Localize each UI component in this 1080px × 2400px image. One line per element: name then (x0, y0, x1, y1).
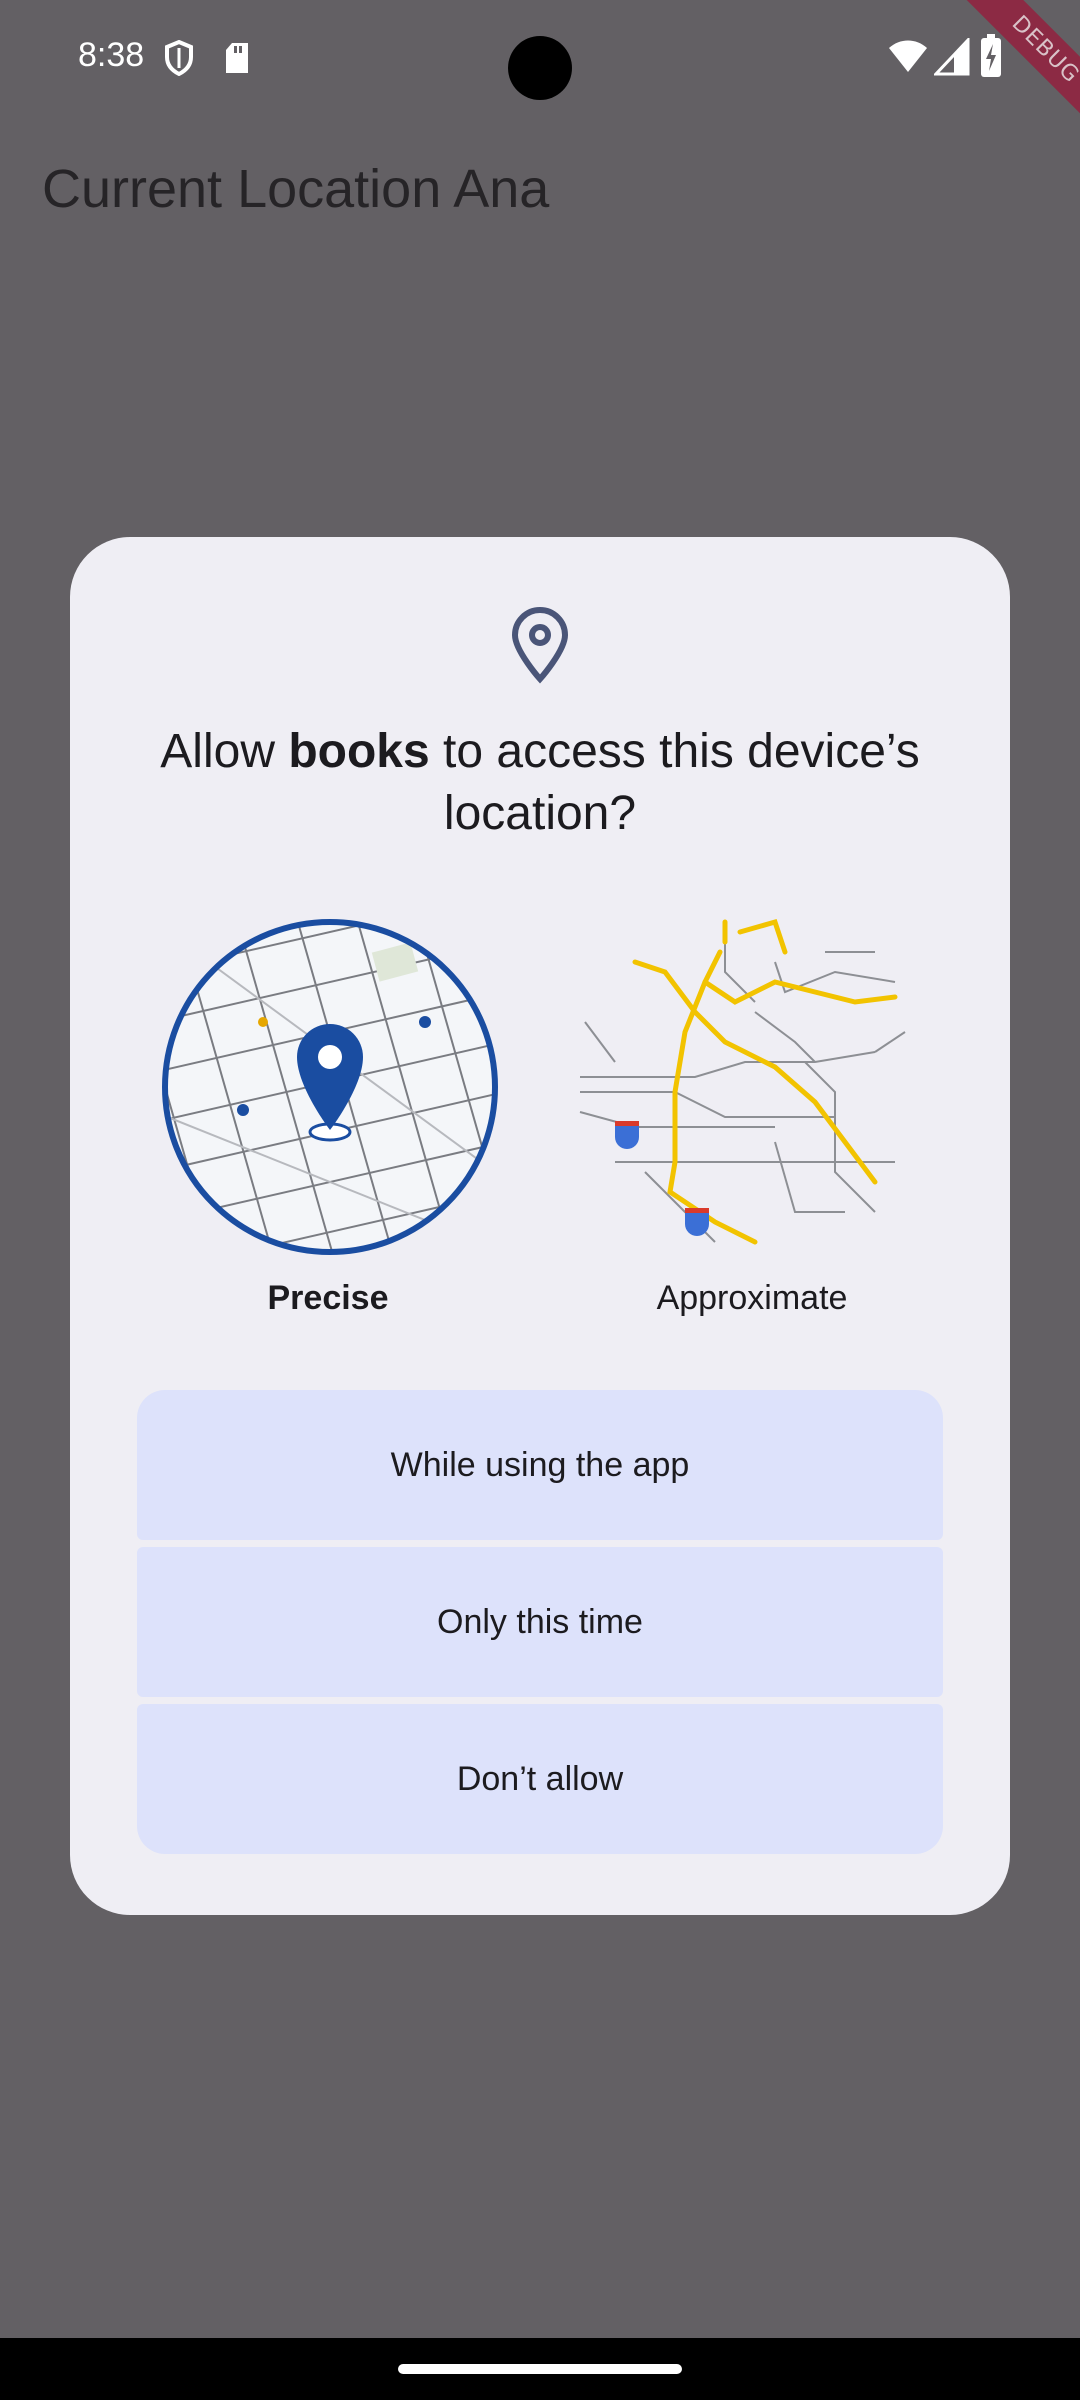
title-prefix: Allow (160, 725, 289, 778)
navigation-bar (0, 2338, 1080, 2400)
sd-card-icon (226, 43, 248, 73)
cell-signal-icon (934, 38, 970, 76)
only-this-time-button[interactable]: Only this time (137, 1547, 943, 1697)
approximate-location-option[interactable] (575, 912, 925, 1262)
front-camera (508, 36, 572, 100)
precise-location-option[interactable] (155, 912, 505, 1262)
precise-label: Precise (267, 1279, 389, 1317)
battery-charging-icon (981, 34, 1001, 77)
location-permission-dialog: Allow books to access this device’s loca… (70, 537, 1010, 1915)
wifi-icon (889, 40, 927, 72)
dont-allow-button[interactable]: Don’t allow (137, 1704, 943, 1854)
gesture-handle[interactable] (398, 2364, 682, 2374)
status-time: 8:38 (78, 36, 145, 74)
location-pin-icon (511, 607, 569, 684)
dialog-title: Allow books to access this device’s loca… (110, 721, 970, 845)
status-bar: 8:38 DEBUG (0, 0, 1080, 157)
title-app-name: books (288, 725, 430, 778)
app-bar-title: Current Location Ana (42, 159, 550, 219)
shield-icon (165, 40, 193, 76)
debug-banner: DEBUG (938, 0, 1080, 157)
title-suffix: to access this device’s location? (429, 725, 920, 840)
while-using-app-button[interactable]: While using the app (137, 1390, 943, 1540)
approximate-label: Approximate (656, 1279, 848, 1317)
